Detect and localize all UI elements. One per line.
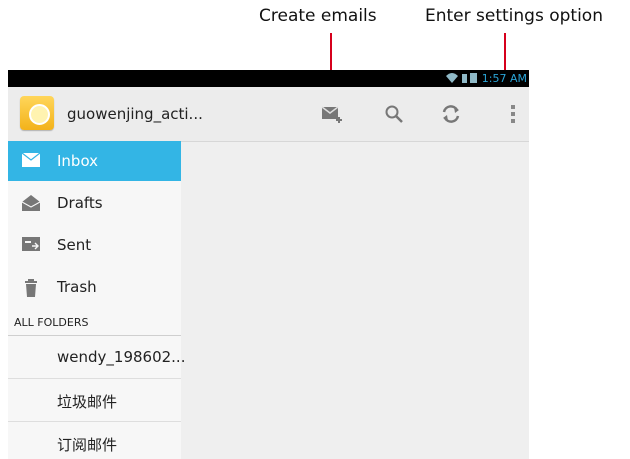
email-app-icon[interactable]: [20, 96, 54, 130]
all-folders-header: ALL FOLDERS: [8, 311, 181, 336]
all-folders-label: ALL FOLDERS: [14, 316, 89, 329]
status-time: 1:57 AM: [481, 72, 527, 85]
folder-label: 垃圾邮件: [57, 393, 118, 411]
sidebar-item-label: Trash: [57, 278, 97, 296]
compose-icon: [321, 106, 342, 123]
refresh-button[interactable]: [433, 96, 469, 132]
sidebar-item-label: Inbox: [57, 152, 99, 170]
create-emails-annotation: Create emails: [259, 6, 377, 26]
status-bar: 1:57 AM: [8, 70, 529, 87]
sidebar-item-label: Drafts: [57, 194, 103, 212]
refresh-icon: [442, 105, 460, 123]
sent-icon: [22, 237, 40, 253]
sidebar-item-sent[interactable]: Sent: [8, 225, 181, 265]
folder-item-subscriptions[interactable]: 订阅邮件: [8, 422, 181, 459]
sidebar-item-drafts[interactable]: Drafts: [8, 183, 181, 223]
account-name[interactable]: guowenjing_acti...: [67, 105, 203, 123]
action-bar: guowenjing_acti...: [8, 87, 529, 142]
folder-sidebar: Inbox Drafts Sent Trash ALL FOLDERS wend…: [8, 141, 185, 459]
trash-icon: [22, 279, 40, 297]
signal-battery-icon: [445, 72, 479, 87]
overflow-menu-button[interactable]: [495, 96, 529, 132]
settings-annotation: Enter settings option: [425, 6, 603, 26]
inbox-icon: [21, 152, 41, 169]
compose-button[interactable]: [314, 96, 350, 132]
overflow-menu-icon: [511, 105, 515, 123]
folder-label: 订阅邮件: [57, 436, 118, 454]
folder-item-junk[interactable]: 垃圾邮件: [8, 379, 181, 422]
search-icon: [385, 105, 403, 123]
email-app-screen: 1:57 AM guowenjing_acti... Inbox Drafts …: [8, 70, 529, 459]
sidebar-item-label: Sent: [57, 236, 92, 254]
search-button[interactable]: [376, 96, 412, 132]
envelope-logo-icon: [29, 104, 50, 125]
folder-label: wendy_198602...: [57, 348, 186, 366]
sidebar-item-inbox[interactable]: Inbox: [8, 141, 181, 181]
sidebar-item-trash[interactable]: Trash: [8, 267, 181, 307]
folder-item-wendy[interactable]: wendy_198602...: [8, 336, 185, 379]
drafts-icon: [21, 195, 41, 211]
